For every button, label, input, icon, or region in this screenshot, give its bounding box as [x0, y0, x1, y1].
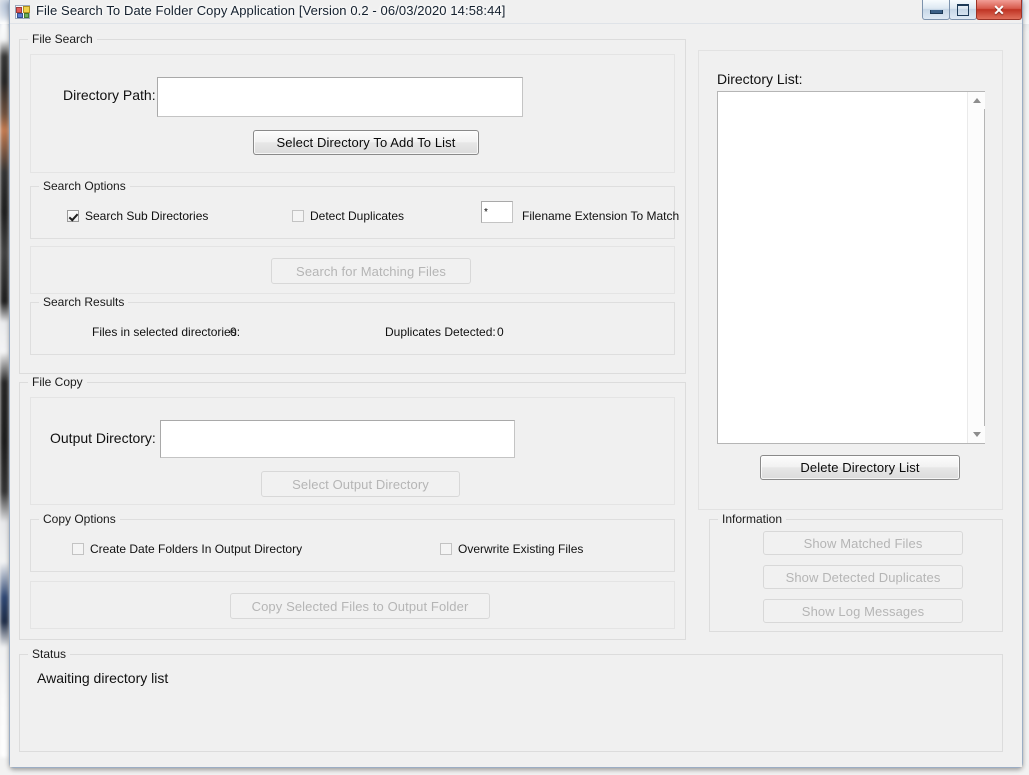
select-directory-button[interactable]: Select Directory To Add To List: [253, 130, 479, 155]
file-copy-group-title: File Copy: [28, 375, 87, 389]
status-group: Status Awaiting directory list: [19, 647, 1003, 752]
client-area: File Search Directory Path: Select Direc…: [10, 23, 1022, 767]
detect-duplicates-label: Detect Duplicates: [310, 209, 405, 223]
title-bar: File Search To Date Folder Copy Applicat…: [10, 0, 1024, 24]
chevron-up-icon: [972, 98, 981, 103]
create-date-folders-label: Create Date Folders In Output Directory: [90, 542, 303, 556]
overwrite-existing-files-label: Overwrite Existing Files: [458, 542, 584, 556]
output-directory-panel: Output Directory: Select Output Director…: [30, 397, 675, 505]
close-button[interactable]: ✕: [976, 0, 1022, 20]
search-button-panel: Search for Matching Files: [30, 246, 675, 294]
files-in-directories-value: 0: [230, 325, 237, 339]
output-directory-input[interactable]: [160, 420, 515, 458]
show-detected-duplicates-button[interactable]: Show Detected Duplicates: [763, 565, 963, 589]
duplicates-detected-value: 0: [497, 325, 504, 339]
copy-options-group: Copy Options Create Date Folders In Outp…: [30, 512, 675, 572]
search-results-group-title: Search Results: [39, 295, 129, 309]
scroll-up-button[interactable]: [968, 92, 985, 109]
status-message: Awaiting directory list: [37, 670, 169, 686]
chevron-down-icon: [972, 432, 981, 437]
application-form-icon: [15, 4, 31, 20]
close-icon: ✕: [993, 1, 1005, 18]
files-in-directories-label: Files in selected directories:: [92, 325, 241, 339]
search-results-group: Search Results Files in selected directo…: [30, 295, 675, 355]
search-for-matching-files-button[interactable]: Search for Matching Files: [271, 258, 471, 284]
window-controls: ✕: [922, 0, 1022, 21]
minimize-icon: [929, 9, 943, 14]
file-search-group: File Search Directory Path: Select Direc…: [19, 32, 686, 374]
search-sub-directories-label: Search Sub Directories: [85, 209, 209, 223]
copy-selected-files-button[interactable]: Copy Selected Files to Output Folder: [230, 593, 490, 619]
filename-extension-label: Filename Extension To Match: [522, 209, 680, 223]
application-window: File Search To Date Folder Copy Applicat…: [9, 0, 1023, 768]
create-date-folders-checkbox[interactable]: Create Date Folders In Output Directory: [72, 542, 302, 556]
directory-list-scrollbar[interactable]: [967, 92, 985, 443]
detect-duplicates-checkbox[interactable]: Detect Duplicates: [292, 209, 404, 223]
desktop-blur-left: [0, 22, 9, 757]
checkbox-box: [67, 210, 79, 222]
information-group: Information Show Matched Files Show Dete…: [709, 512, 1003, 632]
file-search-group-title: File Search: [28, 32, 97, 46]
information-group-title: Information: [718, 512, 787, 526]
status-group-title: Status: [28, 647, 71, 661]
scroll-down-button[interactable]: [968, 426, 985, 443]
directory-path-panel: Directory Path: Select Directory To Add …: [30, 54, 675, 173]
overwrite-existing-files-checkbox[interactable]: Overwrite Existing Files: [440, 542, 583, 556]
window-title: File Search To Date Folder Copy Applicat…: [36, 3, 506, 18]
directory-list-label: Directory List:: [717, 71, 803, 87]
search-options-group-title: Search Options: [39, 179, 130, 193]
directory-path-label: Directory Path:: [63, 87, 156, 103]
checkbox-box: [440, 543, 452, 555]
copy-options-group-title: Copy Options: [39, 512, 120, 526]
minimize-button[interactable]: [922, 0, 950, 20]
maximize-icon: [957, 3, 969, 16]
search-sub-directories-checkbox[interactable]: Search Sub Directories: [67, 209, 208, 223]
delete-directory-list-button[interactable]: Delete Directory List: [760, 455, 960, 480]
directory-path-input[interactable]: [157, 77, 523, 117]
output-directory-label: Output Directory:: [50, 430, 156, 446]
directory-list-panel: Directory List: Delete Directory List: [698, 50, 1003, 510]
show-log-messages-button[interactable]: Show Log Messages: [763, 599, 963, 623]
select-output-directory-button[interactable]: Select Output Directory: [261, 471, 460, 497]
copy-button-panel: Copy Selected Files to Output Folder: [30, 581, 675, 629]
duplicates-detected-label: Duplicates Detected:: [385, 325, 496, 339]
show-matched-files-button[interactable]: Show Matched Files: [763, 531, 963, 555]
checkbox-box: [72, 543, 84, 555]
maximize-button[interactable]: [949, 0, 977, 20]
directory-list-box[interactable]: [717, 91, 985, 444]
checkbox-box: [292, 210, 304, 222]
filename-extension-input[interactable]: [481, 201, 513, 223]
search-options-group: Search Options Search Sub Directories De…: [30, 179, 679, 239]
file-copy-group: File Copy Output Directory: Select Outpu…: [19, 375, 686, 640]
